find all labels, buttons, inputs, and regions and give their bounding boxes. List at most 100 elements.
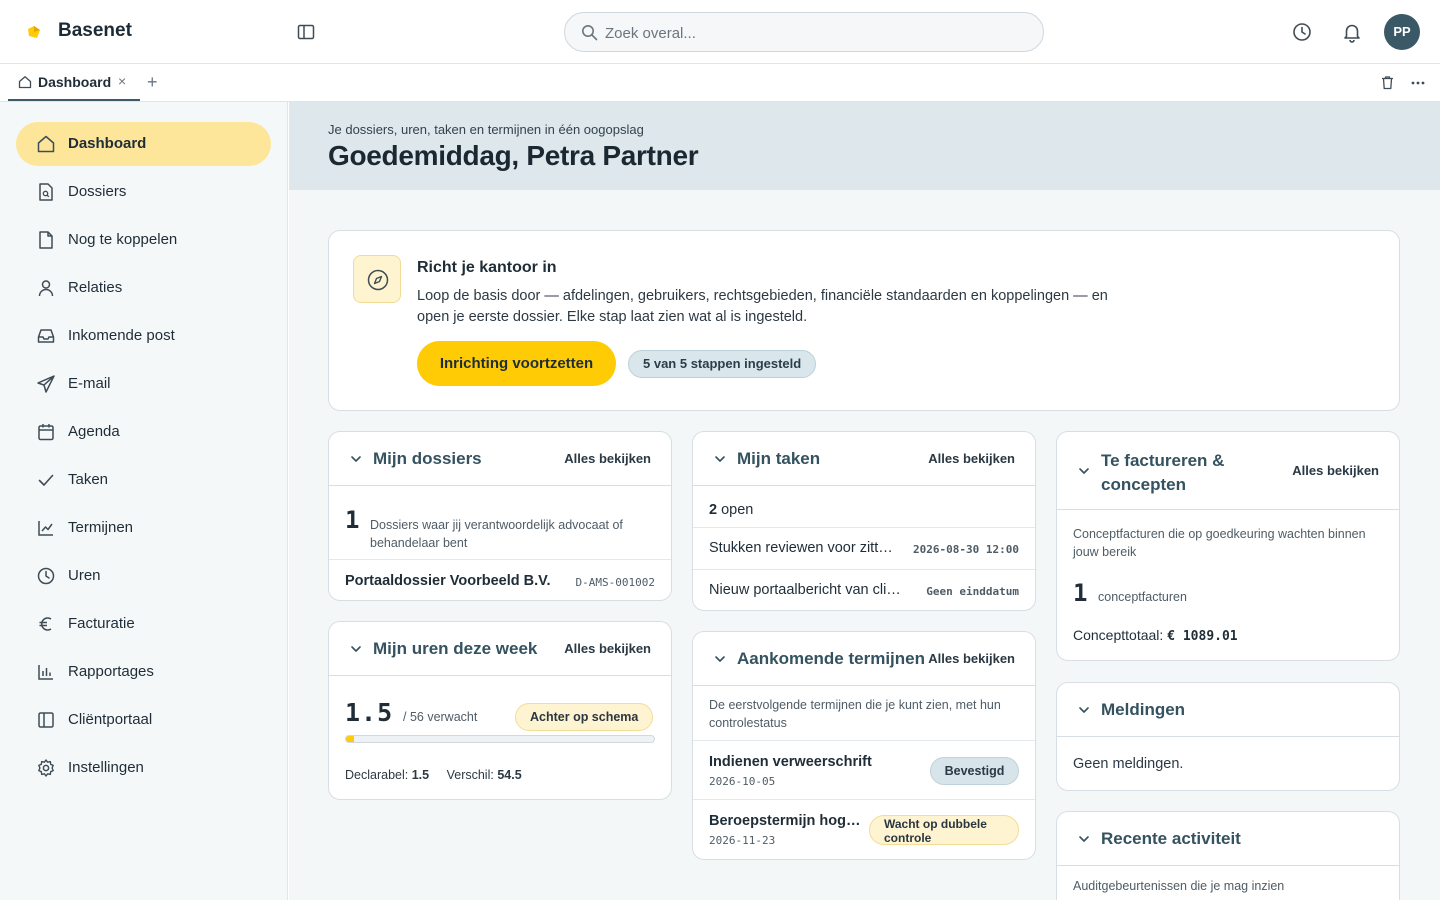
deadline-status-badge: Bevestigd [930,757,1019,785]
sidebar-item-label: Dashboard [68,135,147,152]
add-tab-icon[interactable]: + [147,72,158,93]
sidebar-item-dashboard[interactable]: Dashboard [16,122,271,166]
search-icon [582,25,598,41]
draft-total-value: € 1089.01 [1167,629,1238,644]
continue-setup-button[interactable]: Inrichting voortzetten [417,341,616,386]
chevron-down-icon[interactable] [713,452,727,466]
my-dossiers-card: Mijn dossiers Alles bekijken 1 Dossiers … [328,431,672,601]
list-item[interactable]: Indienen verweerschrift 2026-10-05 Beves… [693,741,1035,799]
my-hours-card: Mijn uren deze week Alles bekijken 1.5 /… [328,621,672,800]
draft-invoice-label: conceptfacturen [1098,590,1187,604]
billing-card: Te factureren & concepten Alles bekijken… [1056,431,1400,661]
setup-badge [353,255,401,303]
sidebar-item-label: Termijnen [68,519,134,536]
chevron-down-icon[interactable] [713,652,727,666]
dossier-code: D-AMS-001002 [575,576,655,589]
sidebar-item-label: Relaties [68,279,123,296]
billable-value: 1.5 [411,768,430,782]
activity-description: Auditgebeurtenissen die je mag inzien [1073,879,1285,893]
top-bar: Basenet PP [0,0,1440,64]
hours-expected: / 56 verwacht [403,710,478,724]
list-item[interactable]: Portaaldossier Voorbeeld B.V. D-AMS-0010… [329,560,671,600]
card-header: Meldingen [1057,683,1399,737]
sidebar-toggle-icon[interactable] [296,22,316,42]
hours-status-badge: Achter op schema [515,703,654,731]
sidebar-item-label: Uren [68,567,101,584]
recent-activity-card: Recente activiteit Auditgebeurtenissen d… [1056,811,1400,900]
sidebar-item-label: Rapportages [68,663,154,680]
logo-icon [28,26,40,38]
sidebar-item-uren[interactable]: Uren [16,554,271,598]
card-title: Mijn uren deze week [373,639,538,658]
task-name: Nieuw portaalbericht van cli… [709,582,901,598]
sidebar-item-termijnen[interactable]: Termijnen [16,506,271,550]
deadlines-description: De eerstvolgende termijnen die je kunt z… [709,698,1001,730]
card-title: Mijn taken [737,449,821,468]
home-icon [37,135,55,153]
my-tasks-card: Mijn taken Alles bekijken 2 open Stukken… [692,431,1036,611]
tasks-open-count: 2 open [709,502,753,518]
sidebar-item-label: Inkomende post [68,327,175,344]
view-all-link[interactable]: Alles bekijken [1292,463,1379,478]
chevron-down-icon[interactable] [349,642,363,656]
hours-summary: Declarabel: 1.5 Verschil: 54.5 [345,768,522,782]
chevron-down-icon[interactable] [1077,832,1091,846]
sidebar-item-label: Nog te koppelen [68,231,178,248]
card-header: Mijn taken Alles bekijken [693,432,1035,486]
task-due: Geen einddatum [926,585,1019,598]
tab-close-icon[interactable]: × [118,73,126,89]
setup-card: Richt je kantoor in Loop de basis door —… [328,230,1400,411]
sidebar-item-label: Dossiers [68,183,127,200]
trash-icon[interactable] [1380,75,1395,90]
bell-icon[interactable] [1341,21,1363,43]
sidebar-item-taken[interactable]: Taken [16,458,271,502]
notifications-empty: Geen meldingen. [1073,756,1184,772]
view-all-link[interactable]: Alles bekijken [928,651,1015,666]
history-icon[interactable] [1291,21,1313,43]
card-header: Mijn dossiers Alles bekijken [329,432,671,486]
page-subtitle: Je dossiers, uren, taken en termijnen in… [328,122,644,137]
draft-total-label: Concepttotaal: [1073,627,1164,643]
bar-chart-icon [38,665,53,680]
sidebar-item-label: Instellingen [68,759,144,776]
setup-description: Loop de basis door — afdelingen, gebruik… [417,288,1108,325]
sidebar-item-relaties[interactable]: Relaties [16,266,271,310]
view-all-link[interactable]: Alles bekijken [564,451,651,466]
notifications-card: Meldingen Geen meldingen. [1056,682,1400,791]
sidebar-item-instellingen[interactable]: Instellingen [16,746,271,790]
sidebar-item-inkomende-post[interactable]: Inkomende post [16,314,271,358]
card-title: Aankomende termijnen [737,649,925,668]
chevron-down-icon[interactable] [349,452,363,466]
chevron-down-icon[interactable] [1077,464,1091,478]
sidebar-item-rapportages[interactable]: Rapportages [16,650,271,694]
card-title: Te factureren & concepten [1101,451,1225,494]
search-input[interactable] [605,21,1025,45]
more-icon[interactable] [1410,75,1426,91]
sidebar-item-label: Cliëntportaal [68,711,153,728]
deadline-date: 2026-10-05 [709,775,776,788]
sidebar-item-nog-te-koppelen[interactable]: Nog te koppelen [16,218,271,262]
view-all-link[interactable]: Alles bekijken [564,641,651,656]
tasks-open-label: open [721,502,754,518]
tab-label: Dashboard [38,74,112,90]
inbox-icon [37,329,55,343]
user-avatar[interactable]: PP [1384,14,1420,50]
send-icon [37,375,55,393]
sidebar-item-dossiers[interactable]: Dossiers [16,170,271,214]
global-search[interactable] [564,12,1044,52]
sidebar-item-facturatie[interactable]: Facturatie [16,602,271,646]
chart-line-icon [38,521,53,536]
sidebar-item-e-mail[interactable]: E-mail [16,362,271,406]
view-all-link[interactable]: Alles bekijken [928,451,1015,466]
list-item[interactable]: Nieuw portaalbericht van cli… Geen eindd… [693,570,1035,610]
tab-dashboard[interactable]: Dashboard × [8,64,140,101]
list-item[interactable]: Beroepstermijn hog… 2026-11-23 Wacht op … [693,800,1035,859]
sidebar-item-agenda[interactable]: Agenda [16,410,271,454]
dossier-name: Portaaldossier Voorbeeld B.V. [345,573,551,589]
billable-label: Declarabel: [345,768,409,782]
page-header: Je dossiers, uren, taken en termijnen in… [289,102,1440,190]
chevron-down-icon[interactable] [1077,703,1091,717]
sidebar-item-label: Agenda [68,423,120,440]
sidebar-item-clientportaal[interactable]: Cliëntportaal [16,698,271,742]
list-item[interactable]: Stukken reviewen voor zitt… 2026-08-30 1… [693,528,1035,569]
